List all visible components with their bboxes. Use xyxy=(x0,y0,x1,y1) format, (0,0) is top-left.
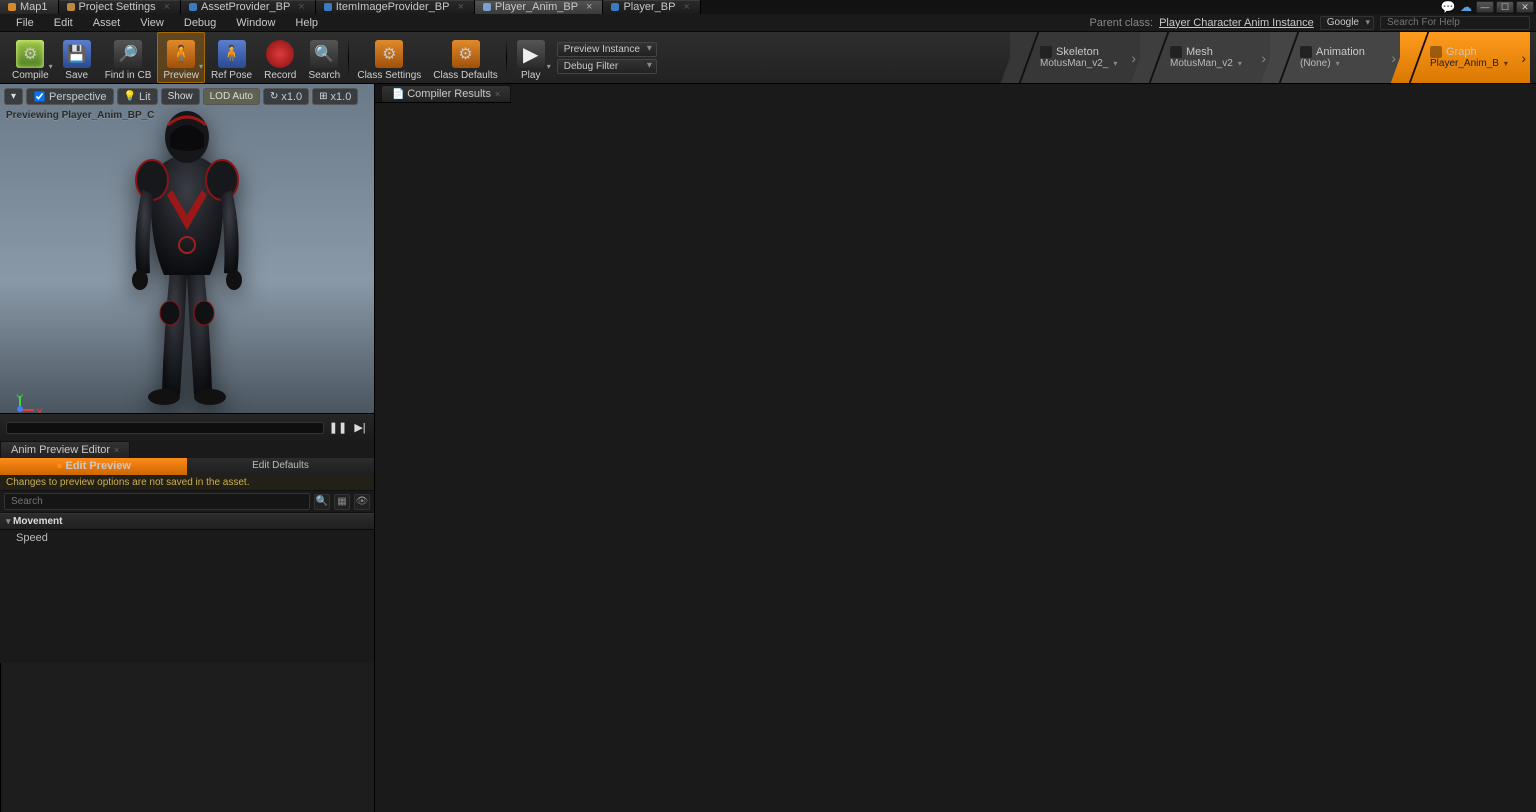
vp-speed-b[interactable]: ⊞x1.0 xyxy=(312,88,358,105)
close-icon[interactable]: × xyxy=(164,1,170,13)
animation-icon xyxy=(1300,46,1312,58)
menu-help[interactable]: Help xyxy=(285,17,328,29)
close-icon[interactable]: × xyxy=(457,1,463,13)
title-tab[interactable]: Player_BP× xyxy=(603,0,700,14)
edit-defaults-tab[interactable]: Edit Defaults xyxy=(187,458,374,475)
search-icon: 🔍 xyxy=(310,40,338,68)
character-preview xyxy=(92,95,282,415)
skeleton-icon xyxy=(1040,46,1052,58)
find-icon: 🔎 xyxy=(114,40,142,68)
graph-icon xyxy=(1430,46,1442,58)
gear-icon: ⚙ xyxy=(375,40,403,68)
save-icon: 💾 xyxy=(63,40,91,68)
close-icon[interactable]: × xyxy=(298,1,304,13)
search-button[interactable]: 🔍Search xyxy=(302,32,346,83)
ref-pose-button[interactable]: 🧍Ref Pose xyxy=(205,32,258,83)
preview-instance-combo[interactable]: Preview Instance xyxy=(557,42,657,57)
chain-skeleton[interactable]: SkeletonMotusMan_v2_› xyxy=(1010,32,1140,83)
grid-icon[interactable]: ▦ xyxy=(334,494,350,510)
eye-icon[interactable]: 👁 xyxy=(354,494,370,510)
class-settings-button[interactable]: ⚙Class Settings xyxy=(351,32,427,83)
menu-bar: File Edit Asset View Debug Window Help P… xyxy=(0,14,1536,32)
label-speed: Speed xyxy=(16,532,126,544)
record-button[interactable]: Record xyxy=(258,32,302,83)
gear-icon: ⚙ xyxy=(452,40,480,68)
title-tab-active[interactable]: Player_Anim_BP× xyxy=(475,0,604,14)
parent-class-label: Parent class: xyxy=(1089,17,1153,29)
close-icon[interactable]: × xyxy=(586,1,592,13)
class-defaults-button[interactable]: ⚙Class Defaults xyxy=(427,32,503,83)
compiler-panel: 📄 Compiler Results× xyxy=(375,84,511,190)
pause-button[interactable]: ❚❚ xyxy=(330,419,346,437)
preview-mode-row: ● Edit Preview Edit Defaults xyxy=(0,458,374,475)
details-panel: Movement Speed xyxy=(0,513,374,663)
menu-debug[interactable]: Debug xyxy=(174,17,226,29)
title-tab[interactable]: Project Settings× xyxy=(59,0,181,14)
menu-file[interactable]: File xyxy=(6,17,44,29)
title-tab-map[interactable]: Map1 xyxy=(0,0,59,14)
parent-class-link[interactable]: Player Character Anim Instance xyxy=(1159,17,1314,29)
chain-graph[interactable]: GraphPlayer_Anim_B› xyxy=(1400,32,1530,83)
debug-filter-label: Debug Filter xyxy=(557,59,657,74)
search-engine-combo[interactable]: Google xyxy=(1320,16,1374,30)
mesh-icon xyxy=(1170,46,1182,58)
preview-icon: 🧍 xyxy=(167,40,195,68)
vp-options-button[interactable]: ▾ xyxy=(4,88,23,105)
close-icon[interactable]: × xyxy=(495,89,500,99)
maximize-button[interactable]: ☐ xyxy=(1496,1,1514,13)
timeline-track[interactable] xyxy=(6,422,324,434)
compiler-results-tab[interactable]: 📄 Compiler Results× xyxy=(381,85,511,102)
messages-icon[interactable]: 💬 xyxy=(1440,1,1456,13)
cat-movement[interactable]: Movement xyxy=(0,513,374,530)
record-icon xyxy=(266,40,294,68)
window-controls: 💬 ☁ — ☐ ✕ xyxy=(1440,0,1536,14)
menu-asset[interactable]: Asset xyxy=(83,17,131,29)
save-button[interactable]: 💾Save xyxy=(55,32,99,83)
refpose-icon: 🧍 xyxy=(218,40,246,68)
menu-window[interactable]: Window xyxy=(226,17,285,29)
menu-view[interactable]: View xyxy=(130,17,174,29)
editor-mode-chain: SkeletonMotusMan_v2_› MeshMotusMan_v2› A… xyxy=(1010,32,1530,83)
viewport-timeline[interactable]: ❚❚ ▶| xyxy=(0,413,374,441)
play-button[interactable]: ▶Play xyxy=(509,32,553,83)
help-search-input[interactable] xyxy=(1380,16,1530,30)
details-search-input[interactable] xyxy=(4,493,310,510)
chain-animation[interactable]: Animation(None)› xyxy=(1270,32,1400,83)
chain-mesh[interactable]: MeshMotusMan_v2› xyxy=(1140,32,1270,83)
menu-edit[interactable]: Edit xyxy=(44,17,83,29)
step-button[interactable]: ▶| xyxy=(352,419,368,437)
main-toolbar: ⚙Compile 💾Save 🔎Find in CB 🧍Preview 🧍Ref… xyxy=(0,32,1536,84)
anim-preview-editor-tab[interactable]: Anim Preview Editor× xyxy=(0,441,130,458)
minimize-button[interactable]: — xyxy=(1476,1,1494,13)
search-icon[interactable]: 🔍 xyxy=(314,494,330,510)
edit-preview-tab[interactable]: ● Edit Preview xyxy=(0,458,187,475)
find-in-cb-button[interactable]: 🔎Find in CB xyxy=(99,32,158,83)
debug-filter-group: Preview Instance Debug Filter xyxy=(557,32,657,83)
preview-viewport[interactable]: ▾ Perspective 💡Lit Show LOD Auto ↻x1.0 ⊞… xyxy=(0,84,374,441)
close-icon[interactable]: × xyxy=(683,1,689,13)
preview-button[interactable]: 🧍Preview xyxy=(157,32,205,83)
title-tab-bar: Map1 Project Settings× AssetProvider_BP×… xyxy=(0,0,1536,14)
preview-warning: Changes to preview options are not saved… xyxy=(0,475,374,491)
bottom-right-panel xyxy=(0,663,374,812)
close-icon[interactable]: × xyxy=(114,445,119,455)
close-button[interactable]: ✕ xyxy=(1516,1,1534,13)
title-tab[interactable]: AssetProvider_BP× xyxy=(181,0,316,14)
source-control-icon[interactable]: ☁ xyxy=(1458,1,1474,13)
play-icon: ▶ xyxy=(517,40,545,68)
compile-button[interactable]: ⚙Compile xyxy=(6,32,55,83)
title-tab[interactable]: ItemImageProvider_BP× xyxy=(316,0,475,14)
compile-icon: ⚙ xyxy=(16,40,44,68)
